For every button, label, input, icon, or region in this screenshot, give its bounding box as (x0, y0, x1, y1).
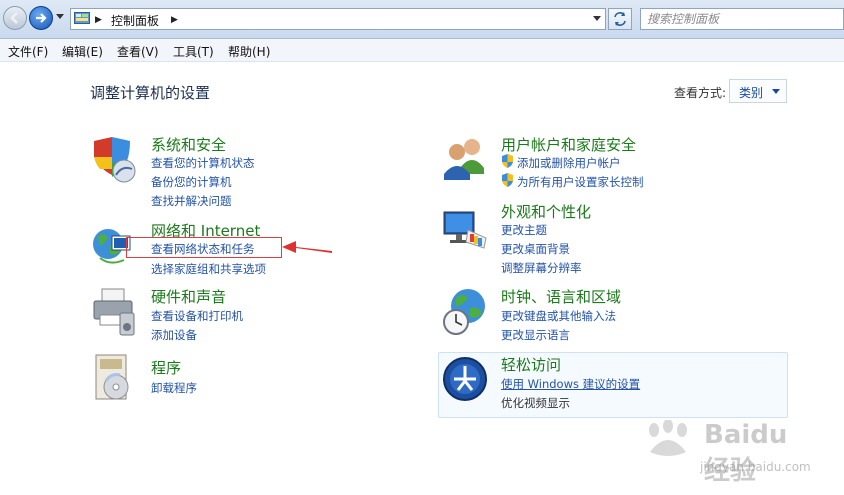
ease-of-access-icon[interactable] (442, 356, 488, 402)
link-devices-printers[interactable]: 查看设备和打印机 (151, 308, 243, 324)
address-dropdown-icon[interactable] (593, 16, 601, 22)
forward-arrow-icon (36, 13, 47, 23)
breadcrumb-control-panel[interactable]: 控制面板 (111, 12, 159, 29)
address-box[interactable]: ▶ 控制面板 ▶ (70, 8, 606, 30)
address-toolbar: ▶ 控制面板 ▶ (0, 0, 844, 39)
link-change-theme[interactable]: 更改主题 (501, 222, 547, 238)
link-add-device[interactable]: 添加设备 (151, 327, 197, 343)
link-change-display-language[interactable]: 更改显示语言 (501, 327, 570, 343)
view-by-value: 类别 (739, 86, 764, 100)
search-box[interactable] (640, 8, 844, 30)
baidu-paw-logo-icon (649, 420, 687, 456)
control-panel-icon (74, 12, 90, 24)
menu-bar: 文件(F) 编辑(E) 查看(V) 工具(T) 帮助(H) (0, 39, 844, 62)
link-uninstall-program[interactable]: 卸载程序 (151, 380, 197, 396)
chevron-down-icon (772, 89, 780, 94)
link-homegroup-sharing[interactable]: 选择家庭组和共享选项 (151, 261, 266, 277)
link-change-input-methods[interactable]: 更改键盘或其他输入法 (501, 308, 616, 324)
link-recommended-settings[interactable]: 使用 Windows 建议的设置 (501, 376, 640, 392)
category-title[interactable]: 硬件和声音 (151, 286, 226, 307)
category-title[interactable]: 程序 (151, 357, 181, 378)
category-title[interactable]: 时钟、语言和区域 (501, 286, 621, 307)
link-view-computer-status[interactable]: 查看您的计算机状态 (151, 155, 255, 171)
refresh-button[interactable] (608, 8, 632, 30)
link-change-desktop-background[interactable]: 更改桌面背景 (501, 241, 570, 257)
breadcrumb-separator-icon[interactable]: ▶ (95, 15, 102, 25)
watermark-url: jingyan.baidu.com (700, 460, 811, 474)
menu-help[interactable]: 帮助(H) (228, 43, 270, 60)
forward-button[interactable] (29, 6, 53, 30)
category-title[interactable]: 外观和个性化 (501, 201, 591, 222)
link-add-remove-users[interactable]: 添加或删除用户帐户 (517, 155, 621, 171)
uac-shield-icon (502, 173, 513, 187)
view-by-label: 查看方式: (674, 86, 727, 100)
menu-edit[interactable]: 编辑(E) (62, 43, 103, 60)
clock-globe-icon[interactable] (440, 286, 490, 338)
menu-tools[interactable]: 工具(T) (173, 43, 214, 60)
back-arrow-icon (10, 12, 18, 24)
link-troubleshoot[interactable]: 查找并解决问题 (151, 193, 232, 209)
breadcrumb-separator-icon[interactable]: ▶ (171, 15, 178, 25)
history-dropdown-icon[interactable] (56, 14, 64, 20)
link-backup-computer[interactable]: 备份您的计算机 (151, 174, 232, 190)
link-parental-controls[interactable]: 为所有用户设置家长控制 (517, 174, 644, 190)
printer-icon[interactable] (90, 285, 138, 337)
link-optimize-visual-display[interactable]: 优化视频显示 (501, 395, 570, 411)
uac-shield-icon (502, 154, 513, 168)
menu-file[interactable]: 文件(F) (8, 43, 48, 60)
view-by-dropdown[interactable]: 类别 (729, 79, 787, 103)
search-input[interactable] (647, 11, 837, 27)
users-icon[interactable] (440, 134, 490, 182)
page-title: 调整计算机的设置 (90, 84, 211, 102)
link-adjust-resolution[interactable]: 调整屏幕分辨率 (501, 260, 582, 276)
programs-icon[interactable] (90, 353, 136, 405)
watermark-brand: Baidu 经验 (704, 420, 788, 486)
annotation-highlight-box (126, 237, 282, 258)
monitor-palette-icon[interactable] (440, 208, 490, 254)
annotation-arrow-icon (282, 241, 332, 253)
category-title[interactable]: 系统和安全 (151, 134, 226, 155)
refresh-icon (614, 12, 626, 26)
category-title[interactable]: 用户帐户和家庭安全 (501, 134, 636, 155)
category-title[interactable]: 轻松访问 (501, 354, 561, 375)
menu-view[interactable]: 查看(V) (117, 43, 159, 60)
shield-icon[interactable] (90, 135, 138, 185)
back-button[interactable] (3, 6, 27, 30)
